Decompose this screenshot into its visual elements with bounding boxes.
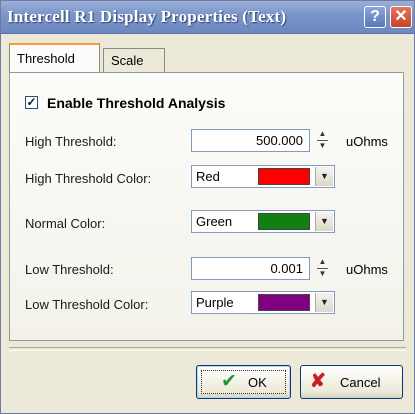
tab-scale[interactable]: Scale	[103, 48, 165, 72]
spin-down-icon[interactable]: ▼	[315, 141, 330, 152]
high-color-select[interactable]: Red ▼	[191, 165, 335, 188]
chevron-down-icon[interactable]: ▼	[315, 212, 333, 231]
low-threshold-spinner[interactable]: ▲ ▼	[315, 257, 330, 280]
spin-up-icon[interactable]: ▲	[315, 129, 330, 140]
low-threshold-input[interactable]: 0.001	[191, 257, 310, 280]
high-color-value: Red	[196, 169, 220, 184]
low-threshold-unit: uOhms	[346, 262, 388, 277]
tab-threshold[interactable]: Threshold	[9, 43, 100, 72]
spin-down-icon[interactable]: ▼	[315, 269, 330, 280]
cancel-button[interactable]: ✘ Cancel	[300, 365, 403, 399]
window-title: Intercell R1 Display Properties (Text)	[7, 7, 287, 26]
ok-button[interactable]: ✔ OK	[196, 365, 291, 399]
spin-up-icon[interactable]: ▲	[315, 257, 330, 268]
high-threshold-spinner[interactable]: ▲ ▼	[315, 129, 330, 152]
low-threshold-label: Low Threshold:	[25, 262, 114, 277]
high-threshold-input[interactable]: 500.000	[191, 129, 310, 152]
help-icon: ?	[370, 8, 380, 25]
low-color-value: Purple	[196, 295, 234, 310]
normal-color-value: Green	[196, 214, 233, 229]
cancel-label: Cancel	[340, 375, 381, 390]
normal-color-select[interactable]: Green ▼	[191, 210, 335, 233]
dialog-window: Intercell R1 Display Properties (Text) ?…	[0, 0, 415, 414]
normal-color-label: Normal Color:	[25, 216, 106, 231]
low-color-select[interactable]: Purple ▼	[191, 291, 335, 314]
normal-color-swatch	[258, 213, 310, 230]
enable-threshold-label[interactable]: Enable Threshold Analysis	[47, 95, 225, 111]
low-color-label: Low Threshold Color:	[25, 297, 149, 312]
high-threshold-label: High Threshold:	[25, 134, 117, 149]
high-color-swatch	[258, 168, 310, 185]
chevron-down-icon[interactable]: ▼	[315, 293, 333, 312]
title-bar[interactable]: Intercell R1 Display Properties (Text) ?…	[1, 1, 414, 34]
help-button[interactable]: ?	[364, 6, 386, 28]
footer-divider	[9, 347, 406, 351]
low-color-swatch	[258, 294, 310, 311]
enable-threshold-checkbox[interactable]: ✓	[25, 96, 38, 109]
close-button[interactable]: ✕	[390, 6, 412, 28]
focus-rect	[201, 370, 286, 394]
chevron-down-icon[interactable]: ▼	[315, 167, 333, 186]
checkmark-icon: ✔	[221, 371, 237, 392]
high-color-label: High Threshold Color:	[25, 171, 152, 186]
high-threshold-unit: uOhms	[346, 134, 388, 149]
ok-label: OK	[248, 375, 267, 390]
close-icon: ✕	[394, 8, 408, 25]
x-icon: ✘	[310, 371, 326, 392]
